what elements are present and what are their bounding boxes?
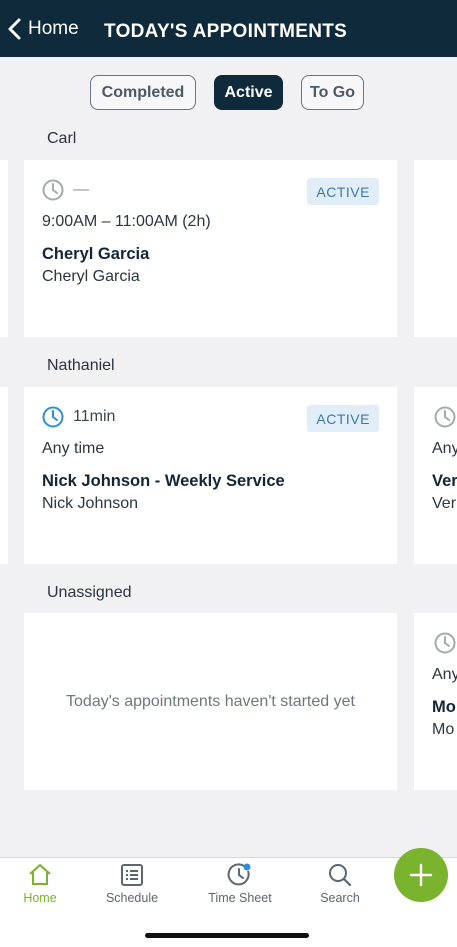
empty-state-message: Today's appointments haven't started yet: [66, 693, 355, 710]
appointment-time: 9:00AM – 11:00AM (2h): [42, 213, 211, 230]
plus-icon: [409, 863, 433, 887]
group-label: Unassigned: [47, 584, 132, 601]
appointment-title: Mo: [432, 698, 456, 716]
tab-home[interactable]: Home: [0, 858, 85, 918]
tab-label: Schedule: [105, 891, 159, 905]
search-icon: [329, 864, 352, 887]
next-card-peek[interactable]: [414, 160, 457, 337]
clock-icon: [42, 179, 64, 201]
next-card-peek[interactable]: Any Ver Ver: [414, 387, 457, 564]
tab-label: Time Sheet: [208, 891, 272, 905]
elapsed-duration: 11min: [73, 408, 116, 425]
top-bar: Home TODAY'S APPOINTMENTS: [0, 0, 457, 57]
tab-search[interactable]: Search: [295, 858, 385, 918]
appointment-title: Nick Johnson - Weekly Service: [42, 472, 285, 490]
filter-active[interactable]: Active: [214, 75, 283, 110]
appointment-time: Any: [432, 666, 457, 683]
customer-name: Cheryl Garcia: [42, 268, 140, 285]
tab-time-sheet[interactable]: Time Sheet: [195, 858, 285, 918]
customer-name: Nick Johnson: [42, 495, 139, 512]
clock-icon: [434, 632, 456, 654]
back-label: Home: [28, 17, 79, 39]
empty-state-card: Today's appointments haven't started yet: [24, 613, 397, 790]
clock-icon: [434, 406, 456, 428]
group-label: Carl: [47, 130, 77, 147]
tab-schedule[interactable]: Schedule: [87, 858, 177, 918]
time-sheet-clock-icon: [227, 863, 251, 886]
filter-to-go[interactable]: To Go: [301, 75, 364, 110]
chevron-left-icon: [8, 18, 21, 39]
appointment-card[interactable]: — ACTIVE 9:00AM – 11:00AM (2h) Cheryl Ga…: [24, 160, 397, 337]
elapsed-duration: —: [73, 181, 89, 198]
home-indicator: [145, 933, 309, 938]
appointment-title: Cheryl Garcia: [42, 245, 150, 263]
appointment-time: Any: [432, 440, 457, 457]
schedule-list-icon: [121, 864, 143, 886]
home-icon: [29, 864, 51, 885]
back-button[interactable]: Home: [6, 0, 79, 57]
tab-label: Search: [320, 891, 360, 905]
appointment-time: Any time: [42, 440, 105, 457]
status-badge: ACTIVE: [307, 405, 379, 432]
page-title: TODAY'S APPOINTMENTS: [104, 21, 348, 42]
group-label: Nathaniel: [47, 357, 115, 374]
add-button[interactable]: [394, 848, 448, 902]
appointment-title: Ver: [432, 472, 457, 490]
next-card-peek[interactable]: Any Mo Mo: [414, 613, 457, 790]
customer-name: Mo: [432, 721, 455, 738]
customer-name: Ver: [432, 495, 457, 512]
tab-label: Home: [23, 891, 57, 905]
filter-completed[interactable]: Completed: [90, 75, 196, 110]
previous-card-peek[interactable]: [0, 160, 8, 337]
appointment-card[interactable]: 11min ACTIVE Any time Nick Johnson - Wee…: [24, 387, 397, 564]
previous-card-peek[interactable]: [0, 387, 8, 564]
status-badge: ACTIVE: [307, 178, 379, 205]
clock-icon: [42, 406, 64, 428]
